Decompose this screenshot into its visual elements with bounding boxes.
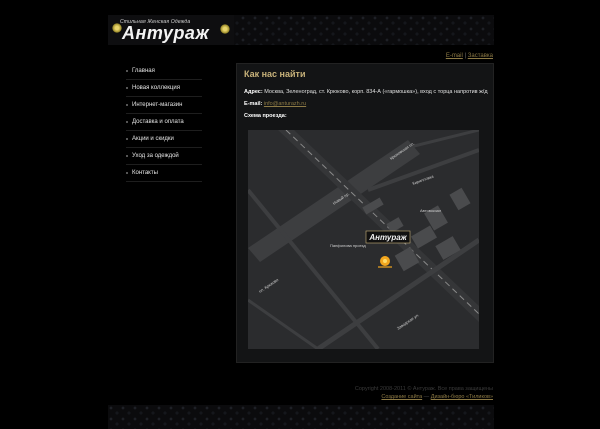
footer-dash: —: [422, 394, 431, 400]
map-marker-center: [383, 259, 387, 263]
footer-links: Создание сайта — Дизайн-бюро «Тиликов»: [381, 394, 493, 400]
address-label: Адрес:: [244, 89, 263, 95]
logo-title: Антураж: [122, 23, 210, 43]
footer-studio-link[interactable]: Дизайн-бюро «Тиликов»: [431, 394, 493, 400]
content-panel: Как нас найти Адрес: Москва, Зеленоград,…: [236, 63, 494, 363]
footer-creation-link[interactable]: Создание сайта: [381, 394, 422, 400]
header-banner: Стильная Женская Одежда Антураж: [108, 15, 494, 45]
email-link[interactable]: E-mail: [446, 53, 463, 59]
nav-item-new-collection[interactable]: Новая коллекция: [126, 80, 202, 97]
email-address-link[interactable]: info@anturazh.ru: [264, 101, 306, 107]
footer-banner: [108, 405, 494, 429]
flower-right-icon: [220, 24, 230, 34]
map-label-road5: Панфилова проезд: [330, 243, 366, 248]
nav-item-contacts[interactable]: Контакты: [126, 165, 202, 182]
email-line: E-mail: info@anturazh.ru: [244, 101, 306, 107]
page-title: Как нас найти: [244, 69, 306, 79]
nav-item-shop[interactable]: Интернет-магазин: [126, 97, 202, 114]
map-logo-text: Антураж: [368, 233, 407, 242]
nav-item-delivery[interactable]: Доставка и оплата: [126, 114, 202, 131]
nav-item-home[interactable]: Главная: [126, 63, 202, 80]
sitemap-link[interactable]: Заставка: [468, 53, 493, 59]
map-label-line: Схема проезда:: [244, 113, 287, 119]
location-map[interactable]: Антураж Крюковская пл. Новый пр. Кирилло…: [248, 130, 479, 349]
main-nav: Главная Новая коллекция Интернет-магазин…: [126, 63, 202, 182]
map-svg: Антураж Крюковская пл. Новый пр. Кирилло…: [248, 130, 479, 349]
nav-item-care[interactable]: Уход за одеждой: [126, 148, 202, 165]
address-line: Адрес: Москва, Зеленоград, ст. Крюково, …: [244, 89, 488, 95]
top-links: E-mail | Заставка: [446, 53, 493, 59]
site-logo[interactable]: Стильная Женская Одежда Антураж: [108, 15, 234, 45]
nav-item-promotions[interactable]: Акции и скидки: [126, 131, 202, 148]
map-label: Схема проезда:: [244, 113, 287, 119]
footer-copyright: Copyright 2008-2011 © Антураж. Все права…: [354, 386, 493, 392]
email-label: E-mail:: [244, 101, 263, 107]
address-text: Москва, Зеленоград, ст. Крюково, корп. 8…: [262, 89, 488, 95]
map-label-road4: Автовокзал: [420, 208, 442, 213]
